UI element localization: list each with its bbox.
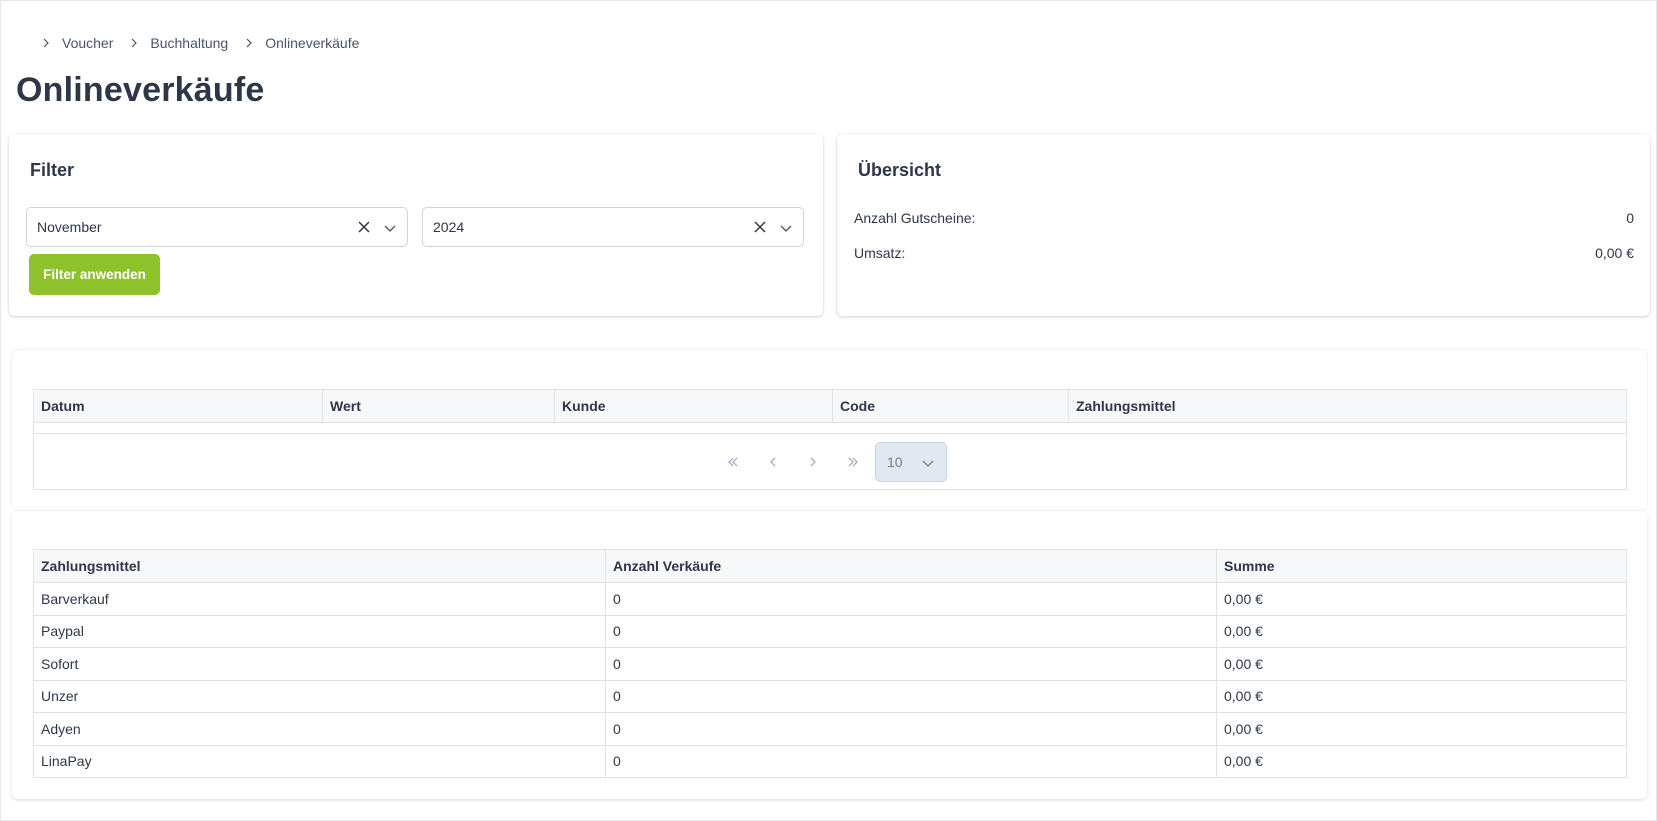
clear-icon[interactable] [357, 220, 371, 234]
chevron-down-icon[interactable] [383, 221, 397, 235]
payment-method-cell: Unzer [33, 679, 606, 713]
summary-table: Zahlungsmittel Anzahl Verkäufe Summe Bar… [33, 549, 1627, 778]
overview-row-revenue: Umsatz: 0,00 € [854, 245, 1634, 261]
sales-count-cell: 0 [605, 647, 1217, 681]
summary-card: Zahlungsmittel Anzahl Verkäufe Summe Bar… [12, 511, 1647, 799]
filter-title: Filter [30, 160, 75, 180]
column-header-zahlungsmittel: Zahlungsmittel [33, 549, 606, 583]
overview-row-count: Anzahl Gutscheine: 0 [854, 210, 1634, 226]
payment-method-cell: Adyen [33, 712, 606, 746]
payment-method-cell: LinaPay [33, 744, 606, 778]
breadcrumb-label: Onlineverkäufe [265, 35, 360, 51]
overview-title: Übersicht [858, 160, 942, 180]
column-header-code[interactable]: Code [833, 390, 1069, 422]
chevron-down-icon [922, 460, 934, 467]
table-row: Sofort 0 0,00 € [33, 647, 1627, 681]
sum-cell: 0,00 € [1216, 744, 1627, 778]
table-row: LinaPay 0 0,00 € [33, 744, 1627, 778]
page: Voucher Buchhaltung Onlineverkäufe Onlin… [0, 0, 1657, 821]
previous-page-icon[interactable] [753, 442, 793, 482]
column-header-summe: Summe [1216, 549, 1627, 583]
page-title: Onlineverkäufe [16, 71, 265, 109]
clear-icon[interactable] [753, 220, 767, 234]
chevron-right-icon [39, 36, 53, 50]
overview-label: Umsatz: [854, 245, 906, 261]
apply-filter-button[interactable]: Filter anwenden [29, 254, 160, 295]
year-select-value: 2024 [433, 219, 465, 235]
sales-table-card: Datum Wert Kunde Code Zahlungsmittel 10 [12, 350, 1647, 510]
sales-count-cell: 0 [605, 582, 1217, 616]
sum-cell: 0,00 € [1216, 647, 1627, 681]
sum-cell: 0,00 € [1216, 712, 1627, 746]
last-page-icon[interactable] [833, 442, 873, 482]
column-header-anzahl-verkaeufe: Anzahl Verkäufe [605, 549, 1217, 583]
sum-cell: 0,00 € [1216, 582, 1627, 616]
rows-per-page-value: 10 [887, 453, 903, 470]
table-row: Paypal 0 0,00 € [33, 614, 1627, 648]
pagination: 10 [34, 433, 1626, 489]
rows-per-page-select[interactable]: 10 [875, 441, 947, 482]
month-select-value: November [37, 219, 102, 235]
column-header-wert[interactable]: Wert [323, 390, 555, 422]
sum-cell: 0,00 € [1216, 614, 1627, 648]
overview-label: Anzahl Gutscheine: [854, 210, 976, 226]
chevron-down-icon[interactable] [779, 221, 793, 235]
payment-method-cell: Sofort [33, 647, 606, 681]
month-select[interactable]: November [26, 207, 408, 247]
sum-cell: 0,00 € [1216, 679, 1627, 713]
chevron-right-icon [127, 36, 141, 50]
breadcrumb-item-buchhaltung[interactable]: Buchhaltung [127, 35, 242, 51]
breadcrumb-label[interactable]: Buchhaltung [150, 35, 228, 51]
breadcrumb-item-voucher[interactable]: Voucher [39, 35, 127, 51]
overview-value: 0,00 € [1595, 245, 1634, 261]
table-row: Barverkauf 0 0,00 € [33, 582, 1627, 616]
breadcrumb-item-current: Onlineverkäufe [242, 35, 373, 51]
column-header-kunde[interactable]: Kunde [555, 390, 833, 422]
payment-method-cell: Paypal [33, 614, 606, 648]
sales-count-cell: 0 [605, 712, 1217, 746]
year-select[interactable]: 2024 [422, 207, 804, 247]
table-row: Adyen 0 0,00 € [33, 712, 1627, 746]
sales-count-cell: 0 [605, 679, 1217, 713]
column-header-zahlungsmittel[interactable]: Zahlungsmittel [1069, 390, 1626, 422]
sales-count-cell: 0 [605, 614, 1217, 648]
table-header-row: Zahlungsmittel Anzahl Verkäufe Summe [33, 549, 1627, 583]
table-header-row: Datum Wert Kunde Code Zahlungsmittel [34, 390, 1626, 423]
overview-card: Übersicht Anzahl Gutscheine: 0 Umsatz: 0… [837, 134, 1650, 316]
column-header-datum[interactable]: Datum [34, 390, 323, 422]
chevron-right-icon [242, 36, 256, 50]
payment-method-cell: Barverkauf [33, 582, 606, 616]
filter-card: Filter November 2024 Filter anwenden [9, 134, 823, 316]
table-row: Unzer 0 0,00 € [33, 679, 1627, 713]
breadcrumb-label[interactable]: Voucher [62, 35, 113, 51]
sales-count-cell: 0 [605, 744, 1217, 778]
first-page-icon[interactable] [713, 442, 753, 482]
overview-value: 0 [1626, 210, 1634, 226]
breadcrumb: Voucher Buchhaltung Onlineverkäufe [39, 35, 373, 51]
sales-table: Datum Wert Kunde Code Zahlungsmittel 10 [33, 389, 1627, 490]
next-page-icon[interactable] [793, 442, 833, 482]
